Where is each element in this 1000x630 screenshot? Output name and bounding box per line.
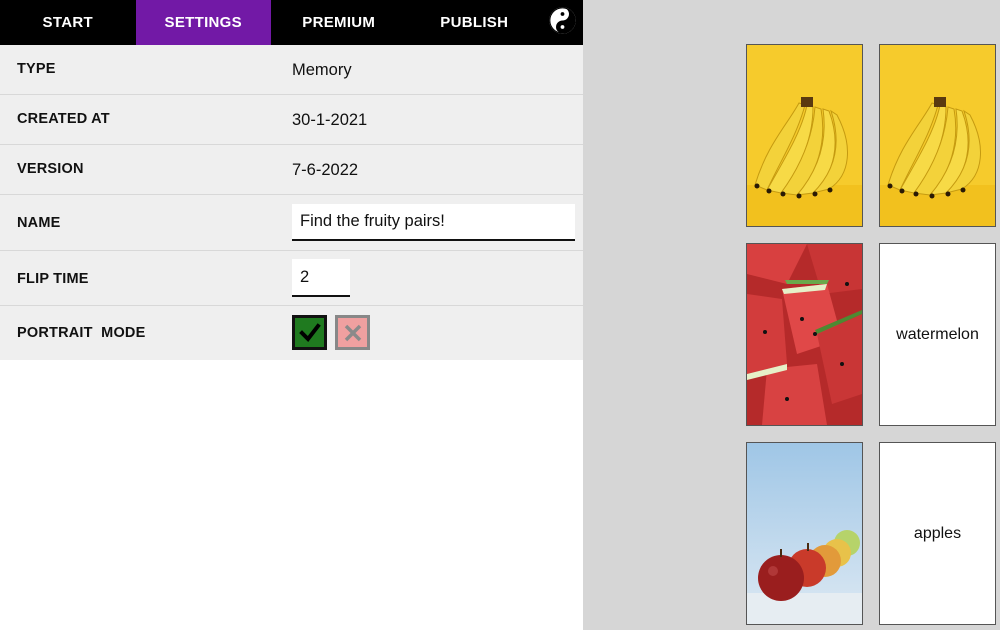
type-value: Memory bbox=[292, 61, 352, 79]
watermelon-image bbox=[747, 244, 862, 425]
card-bananas-image[interactable] bbox=[746, 44, 863, 227]
apples-image bbox=[747, 443, 862, 624]
yin-yang-icon[interactable] bbox=[549, 7, 576, 34]
bananas-image bbox=[880, 45, 995, 226]
card-word: apples bbox=[913, 524, 962, 542]
bananas-image bbox=[747, 45, 862, 226]
created-at-label: CREATED AT bbox=[17, 111, 110, 127]
card-watermelon-image[interactable] bbox=[746, 243, 863, 426]
card-apples-text[interactable]: apples bbox=[879, 442, 996, 625]
version-value: 7-6-2022 bbox=[292, 161, 359, 179]
created-at-value: 30-1-2021 bbox=[292, 111, 368, 129]
setting-row-name: NAME bbox=[0, 195, 583, 251]
name-input[interactable] bbox=[292, 204, 575, 241]
type-label: TYPE bbox=[17, 61, 56, 77]
flip-time-input[interactable] bbox=[292, 259, 350, 297]
tab-settings[interactable]: SETTINGS bbox=[135, 0, 271, 45]
setting-row-portrait-mode: PORTRAIT MODE bbox=[0, 306, 583, 360]
portrait-mode-label: PORTRAIT MODE bbox=[17, 325, 146, 341]
version-label: VERSION bbox=[17, 161, 84, 177]
card-bananas-image[interactable] bbox=[879, 44, 996, 227]
setting-row-created: CREATED AT 30-1-2021 bbox=[0, 95, 583, 145]
setting-row-version: VERSION 7-6-2022 bbox=[0, 145, 583, 195]
portrait-yes-button[interactable] bbox=[292, 315, 327, 350]
card-word: watermelon bbox=[896, 325, 979, 343]
settings-table: TYPE Memory CREATED AT 30-1-2021 VERSION… bbox=[0, 45, 583, 360]
card-apples-image[interactable] bbox=[746, 442, 863, 625]
name-label: NAME bbox=[17, 215, 61, 231]
tab-premium[interactable]: PREMIUM bbox=[271, 0, 407, 45]
top-nav: START SETTINGS PREMIUM PUBLISH bbox=[0, 0, 583, 45]
flip-time-label: FLIP TIME bbox=[17, 271, 89, 287]
tab-publish[interactable]: PUBLISH bbox=[407, 0, 543, 45]
settings-panel: START SETTINGS PREMIUM PUBLISH TYPE Memo… bbox=[0, 0, 583, 630]
checkmark-icon bbox=[298, 322, 321, 342]
tab-start[interactable]: START bbox=[0, 0, 136, 45]
setting-row-flip-time: FLIP TIME bbox=[0, 251, 583, 306]
cross-icon bbox=[344, 324, 361, 341]
portrait-no-button[interactable] bbox=[335, 315, 370, 350]
card-watermelon-text[interactable]: watermelon bbox=[879, 243, 996, 426]
setting-row-type: TYPE Memory bbox=[0, 45, 583, 95]
